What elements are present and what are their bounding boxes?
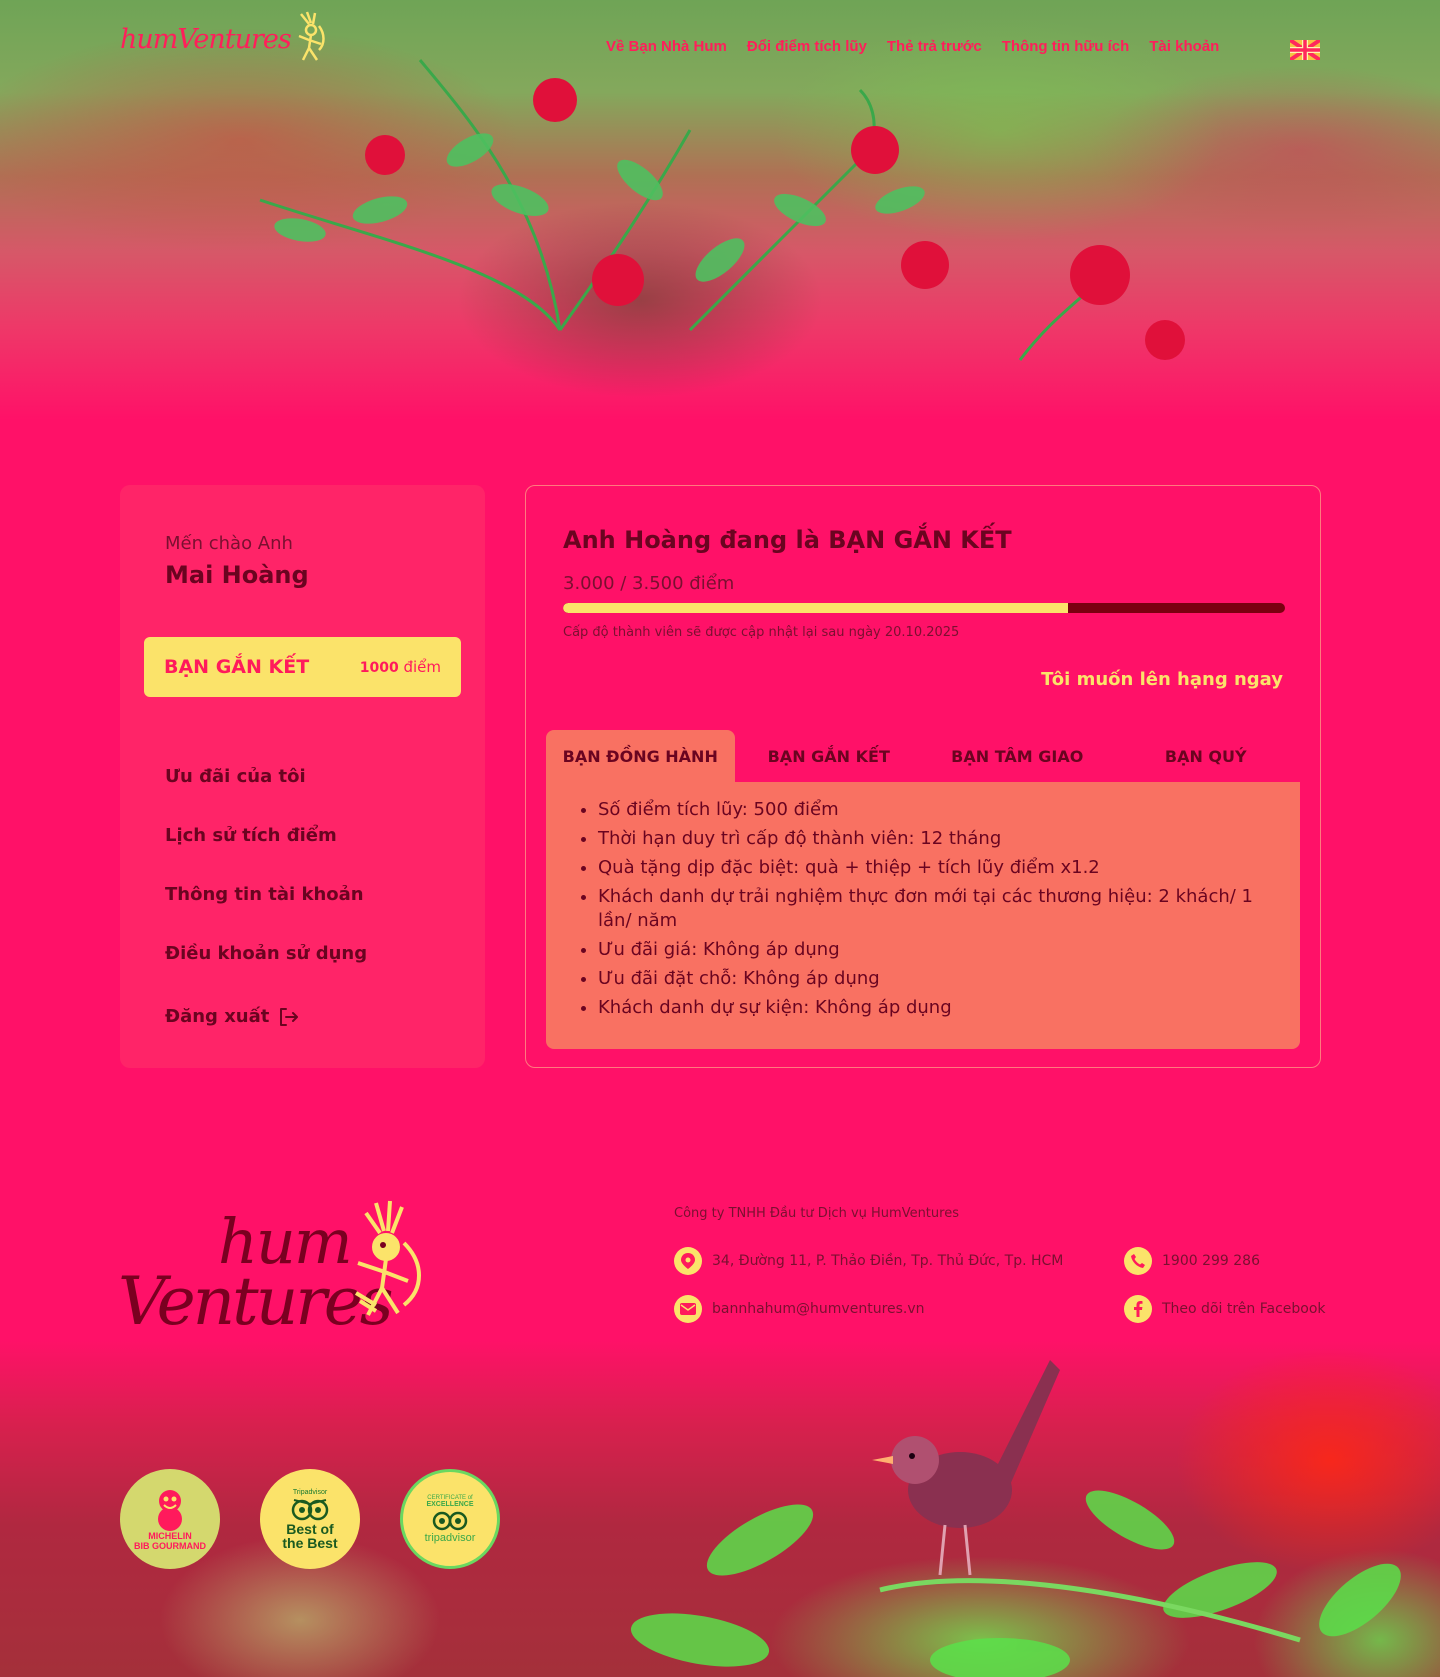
tripadvisor-excellence-badge: CERTIFICATE of EXCELLENCE tripadvisor	[400, 1469, 500, 1569]
excellence-label: EXCELLENCE	[426, 1500, 474, 1508]
tier-benefits-panel: Số điểm tích lũy: 500 điểm Thời hạn duy …	[546, 782, 1300, 1049]
benefit-item: Ưu đãi đặt chỗ: Không áp dụng	[598, 967, 1270, 991]
logout-icon	[280, 1007, 299, 1026]
tier-points-unit: điểm	[403, 658, 441, 676]
company-name: Công ty TNHH Đầu tư Dịch vụ HumVentures	[674, 1206, 959, 1221]
benefit-item: Quà tặng dịp đặc biệt: quà + thiệp + tíc…	[598, 856, 1270, 880]
michelin-bibendum-icon	[158, 1490, 182, 1531]
nav-item-prepaid-card[interactable]: Thẻ trả trước	[887, 38, 982, 55]
tier-name: BẠN GẮN KẾT	[164, 656, 310, 678]
contact-email[interactable]: bannhahum@humventures.vn	[674, 1295, 925, 1323]
logo-wordmark: humVentures	[120, 23, 292, 55]
michelin-label: MICHELIN	[148, 1531, 192, 1541]
benefit-item: Thời hạn duy trì cấp độ thành viên: 12 t…	[598, 827, 1270, 851]
benefit-item: Khách danh dự sự kiện: Không áp dụng	[598, 996, 1270, 1020]
tab-ban-gan-ket[interactable]: BẠN GẮN KẾT	[735, 730, 924, 782]
footer-logo-figure-icon	[346, 1193, 426, 1327]
phone-text[interactable]: 1900 299 286	[1162, 1253, 1260, 1269]
email-text[interactable]: bannhahum@humventures.vn	[712, 1301, 925, 1317]
points-progress-fill	[563, 603, 1069, 613]
tripadvisor-best-of-best-badge: Tripadvisor Best of the Best	[260, 1469, 360, 1569]
contact-address: 34, Đường 11, P. Thảo Điền, Tp. Thủ Đức,…	[674, 1247, 1063, 1275]
nav-item-useful-info[interactable]: Thông tin hữu ích	[1002, 38, 1130, 55]
benefits-list: Số điểm tích lũy: 500 điểm Thời hạn duy …	[598, 798, 1270, 1020]
owl-icon	[291, 1498, 329, 1520]
tripadvisor-small-label: Tripadvisor	[292, 1488, 328, 1496]
nav-item-redeem-points[interactable]: Đổi điểm tích lũy	[747, 38, 867, 55]
tier-points: 1000 điểm	[360, 658, 441, 676]
tier-tabs: BẠN ĐỒNG HÀNH BẠN GẮN KẾT BẠN TÂM GIAO B…	[546, 730, 1300, 782]
points-progress-text: 3.000 / 3.500 điểm	[563, 573, 735, 594]
membership-status-card: Anh Hoàng đang là BẠN GẮN KẾT 3.000 / 3.…	[525, 485, 1321, 1068]
benefit-item: Khách danh dự trải nghiệm thực đơn mới t…	[598, 885, 1270, 933]
membership-title: Anh Hoàng đang là BẠN GẮN KẾT	[563, 526, 1012, 554]
membership-tier-card: BẠN GẮN KẾT 1000 điểm	[144, 637, 461, 697]
michelin-bib-gourmand-badge: MICHELIN BIB GOURMAND	[120, 1469, 220, 1569]
tripadvisor-brand-label: tripadvisor	[424, 1531, 476, 1544]
main-nav: Về Bạn Nhà Hum Đổi điểm tích lũy Thẻ trả…	[606, 38, 1219, 55]
address-text: 34, Đường 11, P. Thảo Điền, Tp. Thủ Đức,…	[712, 1253, 1064, 1269]
logout-label: Đăng xuất	[165, 1006, 270, 1027]
benefit-item: Ưu đãi giá: Không áp dụng	[598, 938, 1270, 962]
account-sidebar: Mến chào Anh Mai Hoàng BẠN GẮN KẾT 1000 …	[120, 485, 485, 1068]
phone-icon	[1124, 1247, 1152, 1275]
user-name: Mai Hoàng	[165, 561, 309, 589]
contact-phone[interactable]: 1900 299 286	[1124, 1247, 1260, 1275]
sidebar-menu: Ưu đãi của tôi Lịch sử tích điểm Thông t…	[165, 747, 367, 1046]
logo-figure-icon	[293, 10, 325, 68]
points-progress-bar	[563, 603, 1285, 613]
bib-gourmand-label: BIB GOURMAND	[134, 1541, 206, 1551]
nav-item-about[interactable]: Về Bạn Nhà Hum	[606, 38, 727, 55]
location-pin-icon	[674, 1247, 702, 1275]
tab-ban-dong-hanh[interactable]: BẠN ĐỒNG HÀNH	[546, 730, 735, 782]
greeting-text: Mến chào Anh	[165, 533, 293, 554]
tripadvisor-owl-icon	[432, 1511, 468, 1530]
tier-points-value: 1000	[359, 660, 399, 676]
header-logo[interactable]: humVentures	[120, 11, 325, 64]
language-flag-icon[interactable]	[1290, 40, 1320, 60]
best-of-label: Best of	[286, 1520, 334, 1537]
logout-button[interactable]: Đăng xuất	[165, 987, 367, 1046]
contact-facebook[interactable]: Theo dõi trên Facebook	[1124, 1295, 1326, 1323]
sidebar-item-my-offers[interactable]: Ưu đãi của tôi	[165, 747, 367, 806]
tab-ban-quy[interactable]: BẠN QUÝ	[1112, 730, 1301, 782]
sidebar-item-account-info[interactable]: Thông tin tài khoản	[165, 865, 367, 924]
facebook-icon	[1124, 1295, 1152, 1323]
tier-update-note: Cấp độ thành viên sẽ được cập nhật lại s…	[563, 625, 960, 640]
bird	[872, 1360, 1060, 1576]
tab-ban-tam-giao[interactable]: BẠN TÂM GIAO	[923, 730, 1112, 782]
the-best-label: the Best	[282, 1534, 338, 1551]
benefit-item: Số điểm tích lũy: 500 điểm	[598, 798, 1270, 822]
facebook-text[interactable]: Theo dõi trên Facebook	[1162, 1301, 1326, 1317]
sidebar-item-points-history[interactable]: Lịch sử tích điểm	[165, 806, 367, 865]
nav-item-account[interactable]: Tài khoản	[1149, 38, 1219, 55]
sidebar-item-terms[interactable]: Điều khoản sử dụng	[165, 924, 367, 983]
mail-icon	[674, 1295, 702, 1323]
upgrade-tier-link[interactable]: Tôi muốn lên hạng ngay	[1041, 669, 1283, 690]
